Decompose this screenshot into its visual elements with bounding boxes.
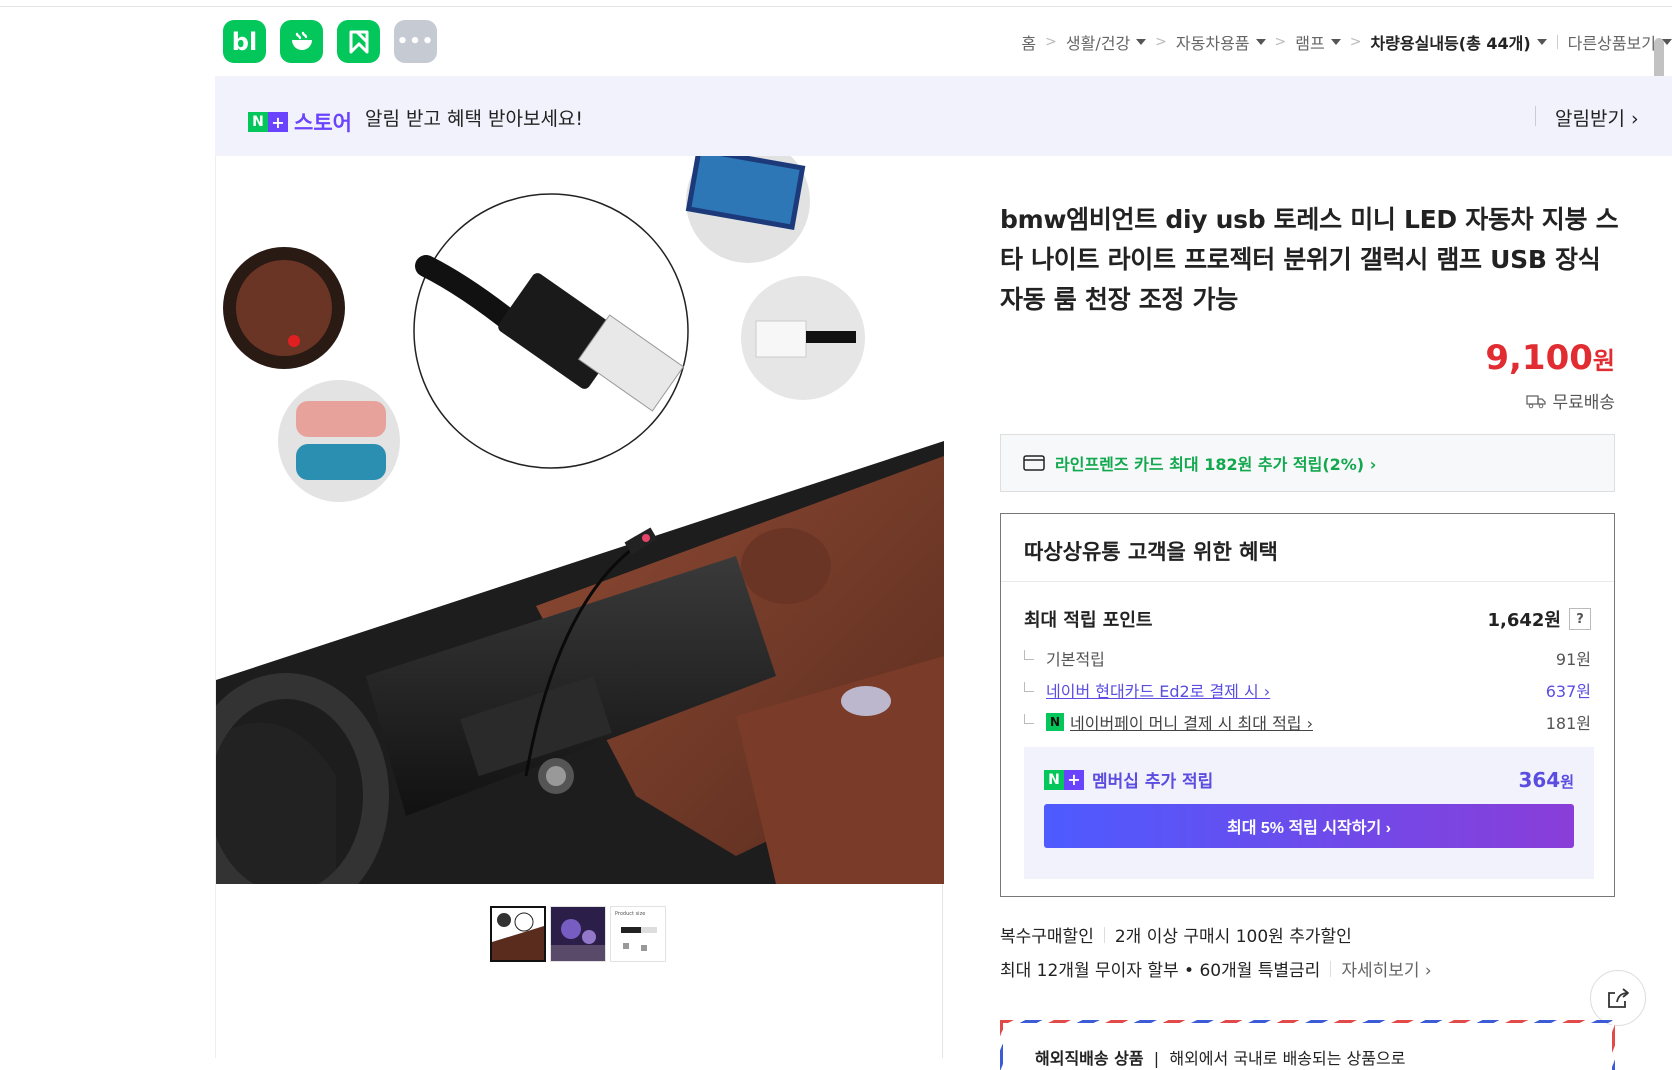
naverpay-link[interactable]: 네이버페이 머니 결제 시 최대 적립 › — [1070, 710, 1313, 734]
product-main-image[interactable] — [216, 156, 944, 884]
subscribe-alarm-button[interactable]: 알림받기 › — [1555, 104, 1639, 131]
hyundai-card-link[interactable]: 네이버 현대카드 Ed2로 결제 시 › — [1046, 678, 1270, 702]
store-label: 스토어 — [294, 111, 352, 135]
breadcrumb: 홈 > 생활/건강 > 자동차용품 > 램프 > 차량용실내등(총 44개) 다… — [1021, 30, 1672, 54]
product-price: 9,100원 — [1485, 338, 1615, 378]
hyundai-card-row: 네이버 현대카드 Ed2로 결제 시 › 637원 — [1024, 678, 1591, 702]
price-value: 9,100 — [1485, 338, 1593, 378]
dropdown-caret-icon — [1136, 39, 1147, 45]
naver-n-glyph: N — [1044, 769, 1064, 790]
breadcrumb-current-category[interactable]: 차량용실내등(총 44개) — [1370, 30, 1547, 54]
max-points-value: 1,642원 — [1487, 610, 1562, 631]
breadcrumb-item-health[interactable]: 생활/건강 — [1065, 30, 1147, 54]
credit-card-icon — [1023, 455, 1045, 471]
plus-glyph: + — [1064, 769, 1084, 790]
breadcrumb-item-label: 생활/건강 — [1065, 34, 1131, 53]
card-banner-text: 라인프렌즈 카드 최대 182원 추가 적립(2%) › — [1055, 455, 1377, 474]
dropdown-caret-icon — [1255, 39, 1266, 45]
dropdown-caret-icon — [1536, 39, 1547, 45]
installment-text: 최대 12개월 무이자 할부 • 60개월 특별금리 — [1000, 961, 1321, 981]
product-title: bmw엠비언트 diy usb 토레스 미니 LED 자동차 지붕 스타 나이트… — [1000, 205, 1619, 314]
truck-icon — [1526, 394, 1547, 408]
plus-icon: + — [268, 112, 288, 132]
multi-purchase-text: 2개 이상 구매시 100원 추가할인 — [1114, 927, 1352, 947]
max-points-label: 최대 적립 포인트 — [1024, 610, 1153, 631]
hyundai-card-value: 637원 — [1545, 682, 1591, 701]
app-icon-bar: bl ••• — [223, 20, 437, 63]
base-points-label: 기본적립 — [1046, 650, 1105, 669]
base-points-value: 91원 — [1555, 650, 1591, 669]
breadcrumb-item-label: 램프 — [1295, 34, 1325, 53]
installment-details-link[interactable]: 자세히보기 › — [1341, 956, 1431, 981]
membership-value: 364 — [1518, 767, 1561, 792]
dropdown-caret-icon — [1330, 39, 1341, 45]
window-top-border — [0, 6, 1672, 7]
share-button[interactable] — [1590, 970, 1646, 1026]
product-thumbnails: Product size — [490, 906, 666, 962]
more-apps-label: ••• — [396, 31, 435, 52]
breadcrumb-item-car[interactable]: 자동차용품 — [1176, 30, 1266, 54]
notice-message: 알림 받고 혜택 받아보세요! — [365, 108, 584, 130]
breadcrumb-current-label: 차량용실내등(총 44개) — [1370, 34, 1531, 53]
naver-n-icon: N — [248, 112, 268, 132]
notice-divider — [1535, 106, 1536, 126]
overseas-label: 해외직배송 상품 — [1035, 1049, 1144, 1068]
membership-unit: 원 — [1560, 772, 1574, 791]
card-benefit-banner[interactable]: 라인프렌즈 카드 최대 182원 추가 적립(2%) › — [1000, 434, 1615, 492]
naverpay-row: N 네이버페이 머니 결제 시 최대 적립 › 181원 — [1024, 710, 1591, 734]
help-icon[interactable]: ? — [1569, 608, 1591, 630]
naver-plus-icon: N + — [1044, 769, 1084, 790]
share-icon — [1608, 988, 1629, 1008]
membership-row: N + 멤버십 추가 적립 364원 — [1044, 767, 1574, 792]
page-header: bl ••• 홈 > 생활/건강 > 자동차용품 > 램프 > 차량용실내등(총… — [215, 18, 1672, 66]
breadcrumb-home[interactable]: 홈 — [1021, 30, 1036, 54]
more-apps-icon[interactable]: ••• — [394, 20, 437, 63]
shipping-info: 무료배송 — [1526, 388, 1615, 413]
tree-elbow-icon — [1024, 682, 1034, 692]
breadcrumb-separator: > — [1274, 34, 1287, 50]
blog-app-icon[interactable]: bl — [223, 20, 266, 63]
naverpay-icon: N — [1046, 713, 1064, 731]
overseas-text: 해외에서 국내로 배송되는 상품으로 — [1169, 1049, 1406, 1068]
svg-text:Product size: Product size — [615, 911, 645, 917]
installment-info: 최대 12개월 무이자 할부 • 60개월 특별금리 자세히보기 › — [1000, 956, 1432, 981]
cafe-app-icon[interactable] — [280, 20, 323, 63]
thumbnail-1[interactable] — [490, 906, 546, 962]
tree-elbow-icon — [1024, 714, 1034, 724]
other-products-link[interactable]: 다른상품보기 — [1568, 30, 1672, 54]
other-products-label: 다른상품보기 — [1567, 34, 1656, 53]
customer-benefit-box: 따상상유통 고객을 위한 혜택 최대 적립 포인트 1,642원? 기본적립 9… — [1000, 513, 1615, 897]
divider — [1103, 926, 1105, 943]
product-image-pane: Product size — [215, 156, 944, 1058]
multi-purchase-discount: 복수구매할인 2개 이상 구매시 100원 추가할인 — [1000, 922, 1352, 947]
divider — [1330, 960, 1332, 977]
membership-label: 멤버십 추가 적립 — [1092, 772, 1214, 792]
thumbnail-3[interactable]: Product size — [610, 906, 666, 962]
multi-purchase-label: 복수구매할인 — [1000, 927, 1094, 947]
shipping-label: 무료배송 — [1552, 393, 1615, 413]
breadcrumb-item-label: 자동차용품 — [1175, 34, 1250, 53]
breadcrumb-separator: > — [1155, 34, 1167, 50]
tree-elbow-icon — [1024, 650, 1034, 660]
breadcrumb-item-lamp[interactable]: 램프 — [1295, 30, 1341, 54]
bookmark-app-icon[interactable] — [337, 20, 380, 63]
blog-app-label: bl — [231, 27, 258, 56]
price-unit: 원 — [1592, 347, 1615, 375]
base-points-row: 기본적립 91원 — [1024, 646, 1591, 670]
max-points-row: 최대 적립 포인트 1,642원? — [1024, 606, 1591, 632]
thumbnail-2[interactable] — [550, 906, 606, 962]
overseas-shipping-box: 해외직배송 상품 | 해외에서 국내로 배송되는 상품으로 — [1000, 1020, 1615, 1070]
membership-box: N + 멤버십 추가 적립 364원 최대 5% 적립 시작하기 › — [1024, 747, 1594, 879]
start-membership-button[interactable]: 최대 5% 적립 시작하기 › — [1044, 804, 1574, 848]
benefit-heading: 따상상유통 고객을 위한 혜택 — [1001, 514, 1614, 582]
naver-plus-store-logo: N + 스토어 — [248, 107, 352, 137]
dropdown-caret-icon — [1662, 39, 1672, 45]
breadcrumb-separator: > — [1349, 34, 1362, 50]
breadcrumb-separator: > — [1045, 34, 1057, 50]
naverpay-value: 181원 — [1545, 714, 1591, 733]
breadcrumb-divider — [1556, 35, 1558, 49]
store-notification-banner: N + 스토어 알림 받고 혜택 받아보세요! 알림받기 › — [215, 76, 1672, 156]
